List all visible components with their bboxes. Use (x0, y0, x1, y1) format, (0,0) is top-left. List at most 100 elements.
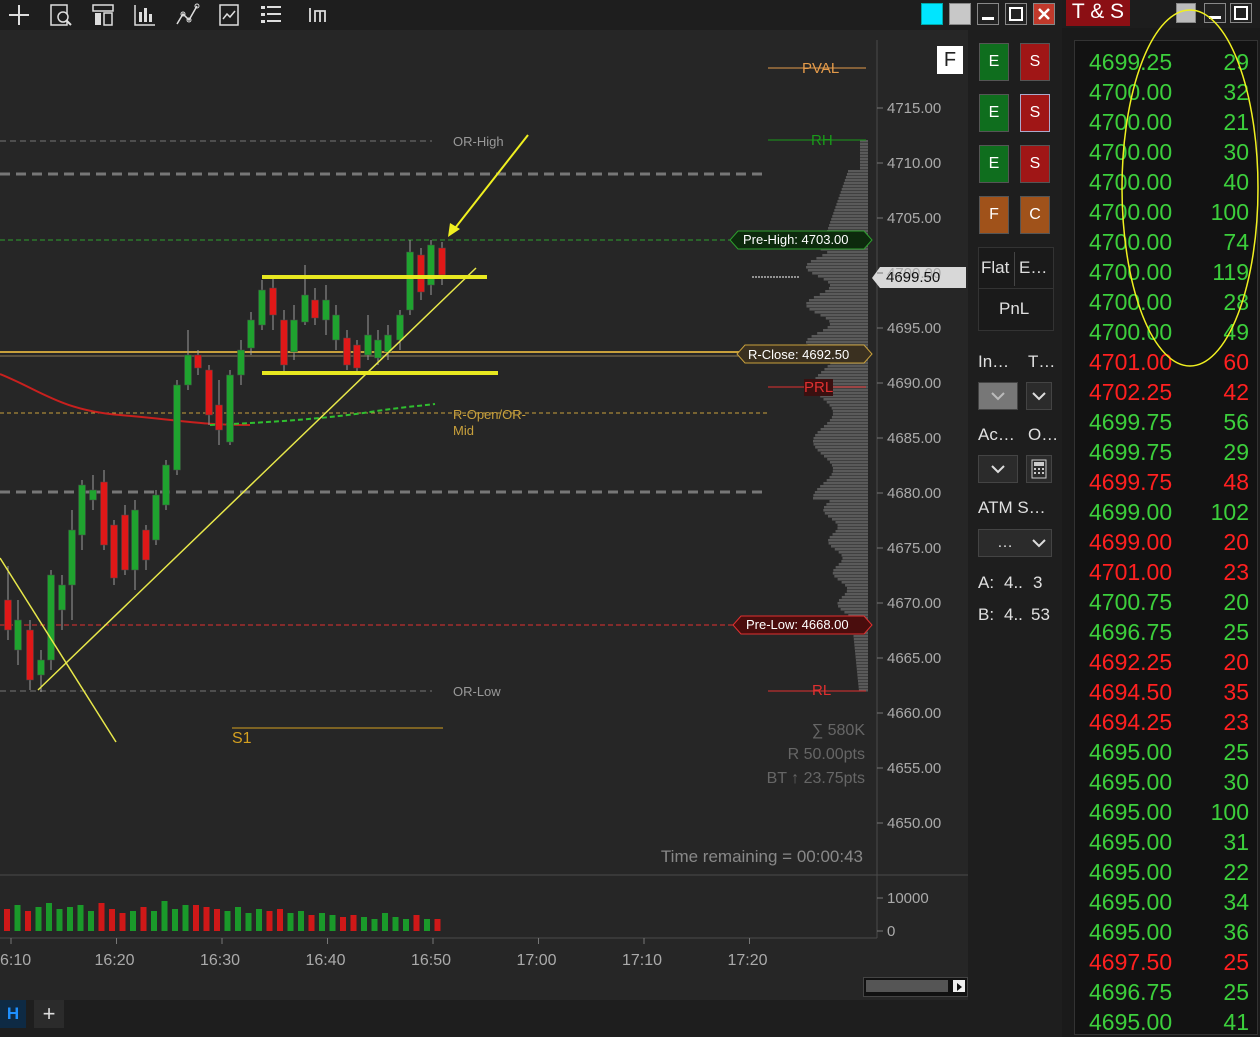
volume-bar (287, 913, 294, 931)
profile-bar (828, 281, 868, 284)
profile-bar (840, 191, 868, 194)
sell-button-3[interactable]: S (1020, 145, 1050, 183)
ts-row: 4695.00 31 (1075, 827, 1257, 857)
ts-row: 4699.75 56 (1075, 407, 1257, 437)
plus-icon[interactable] (6, 2, 32, 28)
pre-high-text: Pre-High: 4703.00 (743, 232, 849, 247)
candle-body (406, 251, 414, 311)
account-label: Ac… (978, 425, 1015, 444)
candle-body (417, 254, 425, 293)
scrollbar-thumb[interactable] (866, 980, 948, 992)
profile-bar (853, 635, 868, 638)
price-tick-label: 4670.00 (887, 595, 941, 612)
gray-color-button[interactable] (949, 3, 971, 25)
calculator-icon[interactable] (1026, 455, 1052, 483)
profile-bar (825, 290, 868, 293)
strategy-icon[interactable] (216, 2, 242, 28)
exit-label[interactable]: E… (1019, 258, 1047, 278)
rh-label: RH (811, 132, 833, 149)
reverse-button[interactable]: F (979, 196, 1009, 234)
account-dropdown[interactable] (978, 455, 1018, 483)
arrow-line[interactable] (451, 134, 529, 233)
indicator-list-icon[interactable] (258, 2, 284, 28)
ts-price: 4700.00 (1089, 139, 1173, 165)
volume-bar (298, 911, 304, 931)
ts-size: 41 (1223, 1009, 1249, 1035)
ts-price: 4695.00 (1089, 799, 1173, 825)
volume-bar (424, 919, 430, 931)
close-position-button[interactable]: C (1020, 196, 1050, 234)
prl-label: PRL (804, 379, 834, 396)
chart-scrollbar[interactable] (863, 977, 968, 997)
volume-tick-label: 0 (887, 923, 895, 940)
profile-bar (837, 200, 868, 203)
candle-body (364, 334, 372, 356)
profile-bar (838, 551, 868, 554)
profile-bar (835, 521, 868, 524)
chart-toolbar (0, 0, 1062, 30)
chart-style-icon[interactable] (132, 2, 158, 28)
chart-tab-bar: H + (0, 1000, 1062, 1037)
profile-bar (853, 638, 868, 641)
profile-bar (813, 443, 868, 446)
ts-row: 4700.00 119 (1075, 257, 1257, 287)
close-button[interactable] (1033, 3, 1055, 25)
ts-list[interactable]: 4699.25 29 4700.00 32 4700.00 21 4700.00 30 4700… (1074, 40, 1258, 1035)
minimize-button[interactable] (977, 3, 999, 25)
profile-bar (829, 323, 868, 326)
buy-button-3[interactable]: E (979, 145, 1009, 183)
profile-bar (860, 158, 868, 161)
ts-maximize-button[interactable] (1230, 3, 1252, 23)
ask-size: 3 (1033, 573, 1043, 592)
volume-bar (350, 915, 357, 931)
ts-minimize-button[interactable] (1204, 3, 1226, 23)
candle-body (4, 599, 12, 631)
profile-bar (858, 680, 868, 683)
ts-color-button[interactable] (1176, 3, 1196, 23)
profile-bar (838, 599, 868, 602)
axes: 4715.004710.004705.004700.004695.004690.… (0, 100, 941, 969)
profile-bar (813, 497, 868, 500)
scroll-right-icon[interactable] (953, 980, 965, 992)
profile-bar (831, 545, 868, 548)
candle-body (215, 404, 223, 431)
chart-search-icon[interactable] (48, 2, 74, 28)
ts-price: 4699.25 (1089, 49, 1173, 75)
tif-dropdown[interactable] (1026, 382, 1052, 410)
ts-row: 4700.75 20 (1075, 587, 1257, 617)
buy-button-1[interactable]: E (979, 43, 1009, 81)
or-high-label: OR-High (453, 134, 504, 149)
ts-size: 28 (1223, 289, 1249, 315)
profile-bar (841, 596, 868, 599)
add-tab-button[interactable]: + (34, 1000, 64, 1028)
candle-body (162, 464, 170, 506)
profile-bar (832, 533, 868, 536)
profile-bar (832, 410, 868, 413)
instrument-dropdown[interactable] (978, 382, 1018, 410)
price-chart-panel[interactable]: 4715.00 4710.00 4705.00 4700.00 4695.00 4690.… (0, 30, 968, 1000)
f-button[interactable]: F (937, 46, 963, 74)
sell-button-1[interactable]: S (1020, 43, 1050, 81)
sell-button-2[interactable]: S (1020, 94, 1050, 132)
atm-strategy-dropdown[interactable]: … (978, 529, 1052, 557)
profile-bar (836, 203, 868, 206)
profile-bar (824, 512, 868, 515)
profile-bar (855, 650, 868, 653)
ts-size: 31 (1223, 829, 1249, 855)
maximize-button[interactable] (1005, 3, 1027, 25)
candle-body (142, 529, 150, 561)
candlesticks (4, 240, 446, 692)
chart-tab[interactable]: H (0, 1000, 26, 1028)
volume-bar (382, 913, 388, 931)
flat-label[interactable]: Flat (981, 258, 1009, 278)
profile-bar (816, 257, 868, 260)
ts-price: 4692.25 (1089, 649, 1173, 675)
cyan-color-button[interactable] (921, 3, 943, 25)
drawing-tool-icon[interactable] (174, 2, 200, 28)
template-icon[interactable] (306, 2, 332, 28)
ts-price: 4697.50 (1089, 949, 1173, 975)
tif-label: T… (1028, 352, 1056, 371)
bar-properties-icon[interactable] (90, 2, 116, 28)
ts-row: 4700.00 40 (1075, 167, 1257, 197)
buy-button-2[interactable]: E (979, 94, 1009, 132)
